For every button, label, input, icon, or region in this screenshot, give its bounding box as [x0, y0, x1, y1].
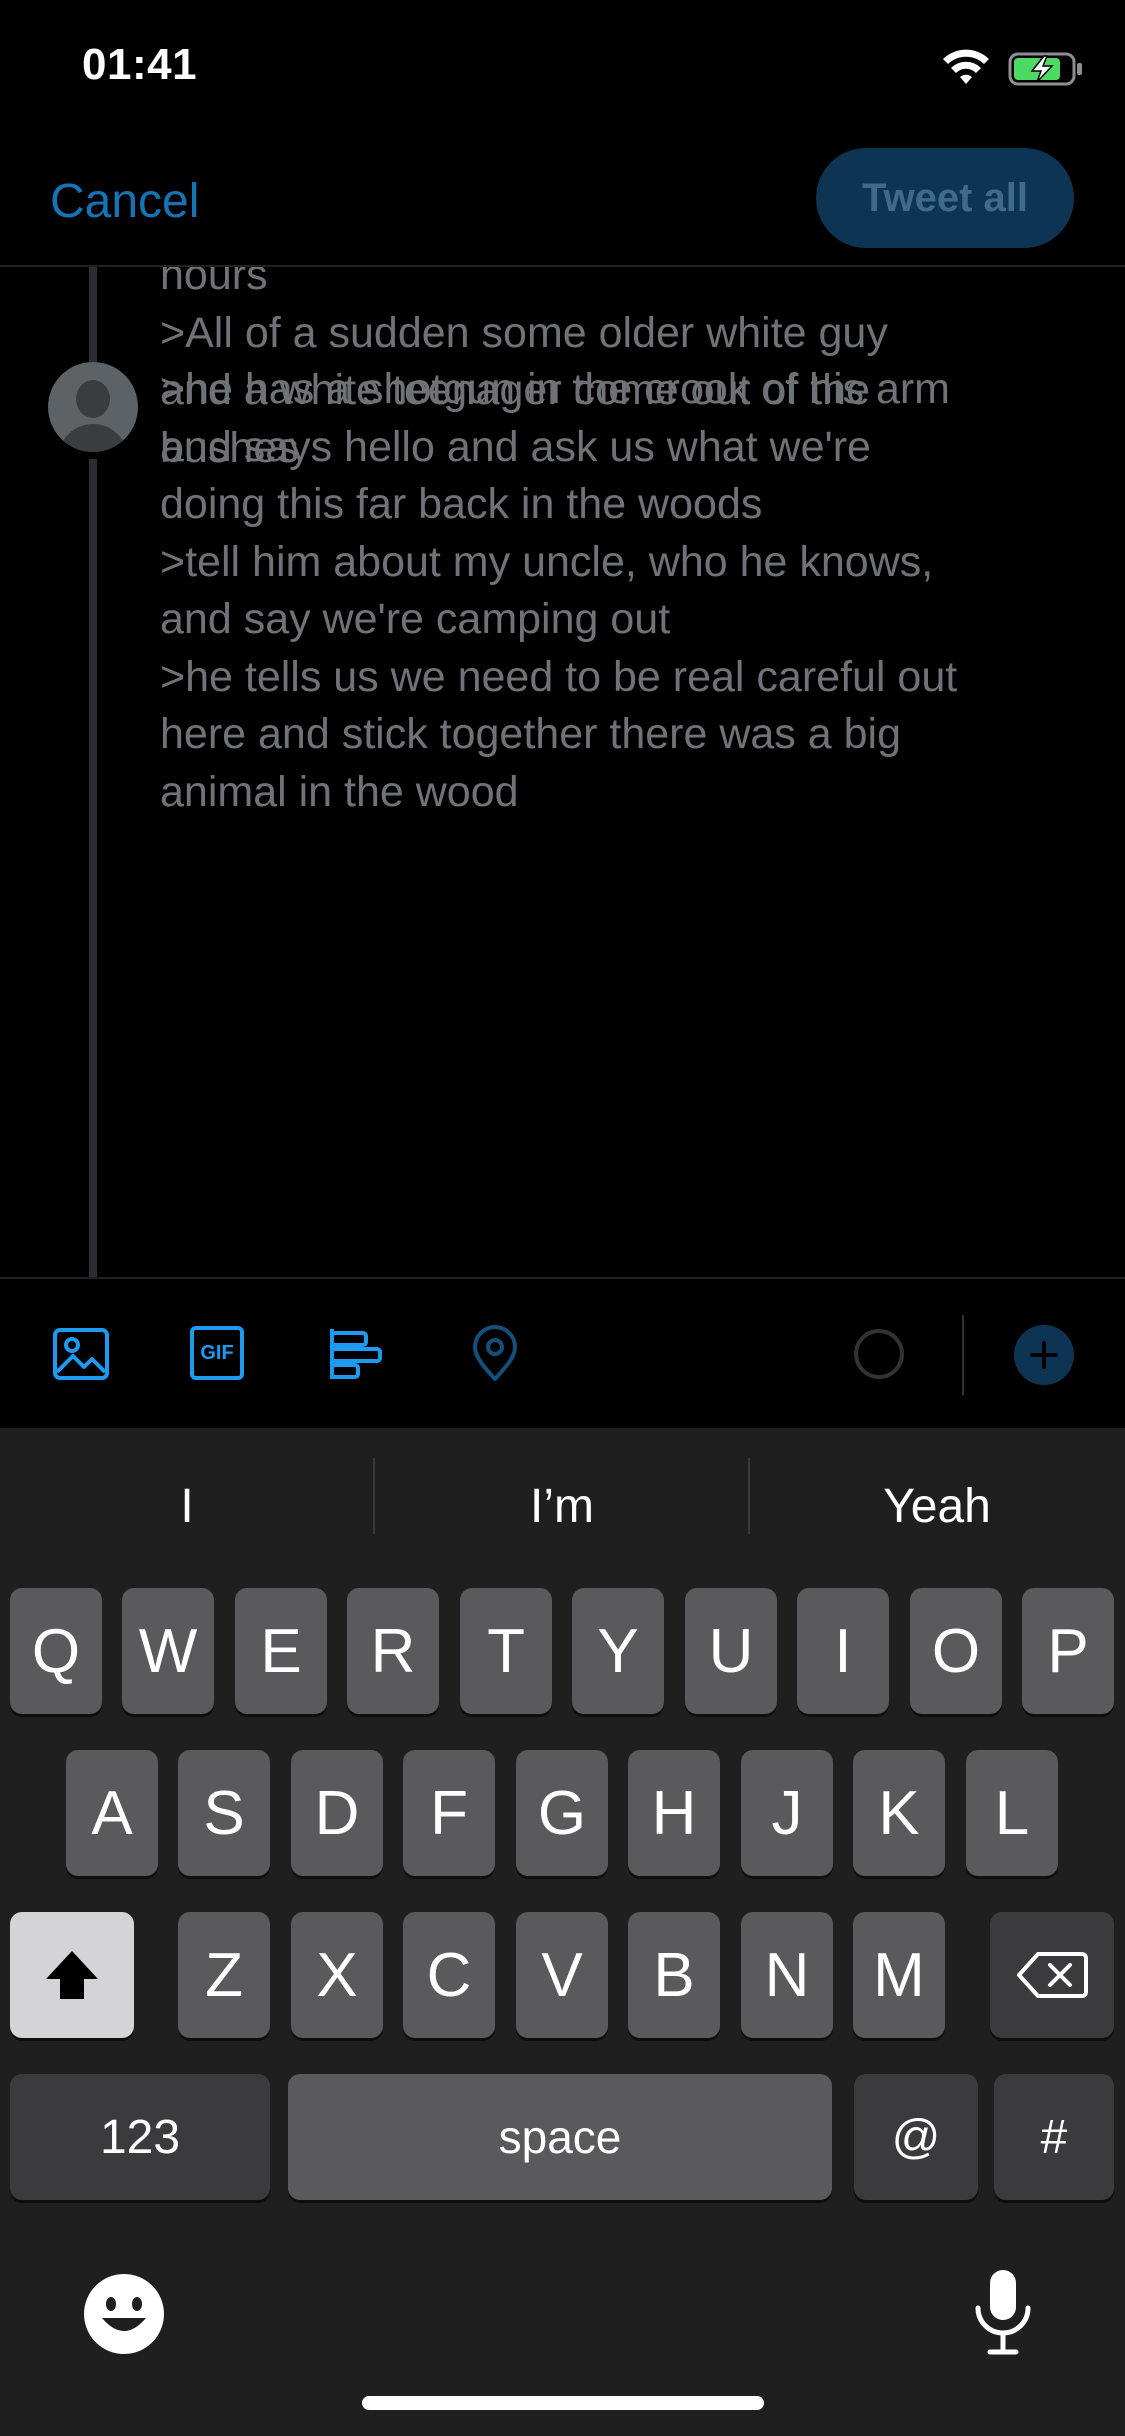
battery-charging-icon [1008, 52, 1082, 86]
microphone-icon[interactable] [968, 2266, 1038, 2360]
tweet-text-2[interactable]: >he has a shotgun in the crook of his ar… [160, 361, 1090, 821]
character-counter [854, 1329, 904, 1379]
key-i[interactable]: I [797, 1588, 889, 1714]
key-h[interactable]: H [628, 1750, 720, 1876]
key-g[interactable]: G [516, 1750, 608, 1876]
key-t[interactable]: T [460, 1588, 552, 1714]
key-y[interactable]: Y [572, 1588, 664, 1714]
image-icon[interactable] [52, 1325, 110, 1383]
key-z[interactable]: Z [178, 1912, 270, 2038]
key-p[interactable]: P [1022, 1588, 1114, 1714]
thread-connector-line [89, 459, 97, 1277]
key-w[interactable]: W [122, 1588, 214, 1714]
cancel-button[interactable]: Cancel [50, 174, 199, 229]
compose-header: Cancel Tweet all [0, 140, 1125, 267]
key-q[interactable]: Q [10, 1588, 102, 1714]
toolbar-divider [962, 1315, 964, 1395]
backspace-key[interactable] [990, 1912, 1114, 2038]
space-key[interactable]: space [288, 2074, 832, 2200]
predictive-suggestions: I I’m Yeah [0, 1428, 1125, 1578]
key-d[interactable]: D [291, 1750, 383, 1876]
key-k[interactable]: K [853, 1750, 945, 1876]
wifi-icon [943, 49, 989, 84]
home-indicator[interactable] [362, 2396, 764, 2410]
thread-composer: hours >All of a sudden some older white … [0, 267, 1125, 1277]
key-a[interactable]: A [66, 1750, 158, 1876]
backspace-icon [1017, 1952, 1088, 1998]
emoji-icon[interactable] [82, 2272, 166, 2356]
avatar [48, 362, 138, 452]
suggestion-item[interactable]: I’m [375, 1456, 749, 1556]
shift-icon [46, 1951, 98, 1999]
poll-icon[interactable] [326, 1325, 384, 1383]
key-j[interactable]: J [741, 1750, 833, 1876]
suggestion-item[interactable]: I [0, 1456, 374, 1556]
add-thread-button[interactable] [1014, 1325, 1074, 1385]
key-s[interactable]: S [178, 1750, 270, 1876]
gif-icon[interactable]: GIF [190, 1326, 244, 1380]
avatar-body-icon [58, 424, 128, 452]
key-x[interactable]: X [291, 1912, 383, 2038]
key-n[interactable]: N [741, 1912, 833, 2038]
compose-toolbar: GIF [0, 1277, 1125, 1429]
avatar-head-icon [76, 380, 110, 418]
key-r[interactable]: R [347, 1588, 439, 1714]
key-b[interactable]: B [628, 1912, 720, 2038]
plus-icon [1030, 1341, 1058, 1369]
key-f[interactable]: F [403, 1750, 495, 1876]
key-c[interactable]: C [403, 1912, 495, 2038]
key-e[interactable]: E [235, 1588, 327, 1714]
suggestion-item[interactable]: Yeah [750, 1456, 1124, 1556]
status-time: 01:41 [82, 40, 198, 89]
keyboard: I I’m Yeah Q W E R T Y U I O P A S D F G… [0, 1428, 1125, 2436]
hash-key[interactable]: # [994, 2074, 1114, 2200]
status-bar: 01:41 [0, 0, 1125, 140]
location-icon[interactable] [466, 1325, 524, 1383]
key-l[interactable]: L [966, 1750, 1058, 1876]
key-o[interactable]: O [910, 1588, 1002, 1714]
thread-connector-line [89, 267, 97, 362]
tweet-all-button[interactable]: Tweet all [816, 148, 1074, 248]
numbers-key[interactable]: 123 [10, 2074, 270, 2200]
shift-key[interactable] [10, 1912, 134, 2038]
key-v[interactable]: V [516, 1912, 608, 2038]
key-m[interactable]: M [853, 1912, 945, 2038]
at-key[interactable]: @ [854, 2074, 978, 2200]
key-u[interactable]: U [685, 1588, 777, 1714]
